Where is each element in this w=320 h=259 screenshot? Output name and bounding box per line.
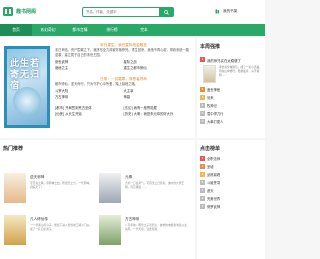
featured-panel: 此生若寄无归宿 末日重生，我在星际抢金融圣 末日来临，丧尸围城之下，我拼尽全力却… [0,38,195,138]
top-pick[interactable]: 1 我的师兄实在太稳健了 李长寿穿越洪荒，成了一名小道童，苟在山中修行，稳健发育… [200,52,262,84]
list-item[interactable]: 3 武炼巅峰 [200,170,262,178]
section-title: 热门推荐 [3,146,24,152]
book-cover[interactable] [4,215,26,245]
book-link[interactable]: 圣墟 [207,164,214,169]
search-input[interactable] [83,8,159,16]
book-link[interactable]: 诡秘之主 [55,65,124,71]
weekly-list: 2 盖世神医 3 剑来 4 牧神记 5 雪中悍刀行 6 大奉打更人 [200,85,262,125]
book-cover[interactable] [203,65,216,83]
book-desc: 掌天毒之珠，承邪神之血，修逆天之力，一代邪神，君临天下！ [30,181,92,189]
list-item[interactable]: 5 遮天 [200,186,262,194]
rank-badge: 6 [200,118,205,124]
nav-item-home[interactable]: 首页 [0,24,32,36]
featured-block1-desc: 末日来临，丧尸围城之下，我拼尽全力却被背叛惨死。重生回来，我绝不再心软，带着系统… [55,48,189,57]
book-desc: 吾有一口玄黄气，可吞天上日月星。彼时的大周王朝，风云骤起…… [125,181,185,189]
book-link[interactable]: 全职法师 [207,156,220,161]
rank-badge: 5 [200,110,205,116]
rank-badge: 3 [200,94,205,100]
rank-badge: 1 [200,155,205,161]
section-title: 本周强推 [200,44,221,50]
nav-item-finished[interactable]: 完本 [128,24,160,36]
top-pick-title[interactable]: 我的师兄实在太稳健了 [207,58,241,63]
book-desc: 一个普通山村小子，偶然下进入到当地江湖小门派，成了一名记名弟子。 [30,223,92,231]
nav-item-urban[interactable]: 都市言情 [64,24,96,36]
main-nav: 首页 玄幻奇幻 都市言情 排行榜 完本 [0,24,265,36]
book-link[interactable]: 牧神记 [207,103,217,108]
book-title[interactable]: 逆天邪神 [30,175,94,180]
book-link[interactable]: 剑来 [207,95,214,100]
book-card[interactable]: 元尊 吾有一口玄黄气，可吞天上日月星。彼时的大周王朝，风云骤起…… [99,173,189,219]
weekly-picks-panel: 本周强推 1 我的师兄实在太稳健了 李长寿穿越洪荒，成了一名小道童，苟在山中修行… [197,38,265,138]
bookshelf-link[interactable]: 我的书架 [215,9,237,14]
book-link[interactable]: 重生之都市修仙 [124,65,193,71]
click-list: 1 全职法师 2 圣墟 3 武炼巅峰 4 斗破苍穹 5 遮天 6 完美世界 7 修罗武神 [200,154,262,210]
nav-item-ranking[interactable]: 排行榜 [96,24,128,36]
featured-block2-desc: 都市修仙，逆天而行，只为守护心中所爱，踏上巅峰之路。 [55,82,138,86]
book-link[interactable]: 万古神帝 [55,94,124,100]
book-title[interactable]: 元尊 [125,175,189,180]
featured-list: 末日重生，我在星际抢金融圣 末日来临，丧尸围城之下，我拼尽全力却被背叛惨死。重生… [55,42,192,117]
list-item[interactable]: 6 大奉打更人 [200,117,262,125]
list-item[interactable]: 1 全职法师 [200,154,262,162]
list-item[interactable]: 4 斗破苍穹 [200,178,262,186]
list-item[interactable]: 6 完美世界 [200,194,262,202]
book-link[interactable]: 大奉打更人 [207,119,223,124]
hot-recommend-panel: 热门推荐 逆天邪神 掌天毒之珠，承邪神之血，修逆天之力，一代邪神，君临天下！ 元… [0,140,195,259]
book-link[interactable]: 武炼巅峰 [207,172,220,177]
section-title: 点击榜单 [200,146,221,152]
book-link[interactable]: 神墓 [124,94,193,100]
book-link[interactable]: 斗破苍穹 [207,180,220,185]
top-pick-desc: 李长寿穿越洪荒，成了一名小道童，苟在山中修行，稳健发育，从不冒险…… [219,65,262,77]
list-item: 万古神帝 神墓 [55,94,192,100]
book-link[interactable]: 完美世界 [207,196,220,201]
book-card[interactable]: 逆天邪神 掌天毒之珠，承邪神之血，修逆天之力，一代邪神，君临天下！ [4,173,94,219]
book-link[interactable]: [仙侠] 从长生开始 [55,111,124,117]
list-item[interactable]: 7 修罗武神 [200,202,262,210]
book-title[interactable]: 万古神帝 [125,217,189,222]
book-title[interactable]: 凡人修仙传 [30,217,94,222]
bookshelf-label: 我的书架 [223,9,238,13]
rank-badge: 1 [200,57,205,62]
book-logo-icon [3,7,13,16]
rank-badge: 5 [200,187,205,193]
book-link[interactable]: 遮天 [207,188,214,193]
rank-badge: 7 [200,203,205,209]
rank-badge: 2 [200,163,205,169]
book-card[interactable]: 万古神帝 八百年前，明帝之子张若尘，被他的未婚妻池瑶公主杀死，一代天骄，就此陨落… [99,215,189,259]
site-logo[interactable]: 趣书网阁 [3,7,36,16]
click-rank-panel: 点击榜单 1 全职法师 2 圣墟 3 武炼巅峰 4 斗破苍穹 5 遮天 6 完美世界 7 修罗… [197,140,265,259]
logo-text: 趣书网阁 [16,9,37,15]
list-item[interactable]: 2 盖世神医 [200,85,262,93]
list-item[interactable]: 3 剑来 [200,93,262,101]
rank-badge: 4 [200,102,205,108]
list-item: 诡秘之主 重生之都市修仙 [55,65,192,71]
featured-book-cover[interactable]: 此生若寄无归宿 [4,46,50,128]
header: 趣书网阁 我的书架 [0,0,265,24]
book-desc: 八百年前，明帝之子张若尘，被他的未婚妻池瑶公主杀死，一代天骄，就此陨落。 [125,223,187,231]
book-card[interactable]: 凡人修仙传 一个普通山村小子，偶然下进入到当地江湖小门派，成了一名记名弟子。 [4,215,94,259]
bookshelf-icon [215,9,219,14]
rank-badge: 2 [200,86,205,92]
book-cover[interactable] [4,173,26,203]
list-item[interactable]: 5 雪中悍刀行 [200,109,262,117]
list-item[interactable]: 2 圣墟 [200,162,262,170]
book-cover[interactable] [99,215,121,245]
book-cover[interactable] [99,173,121,203]
rank-badge: 6 [200,195,205,201]
book-link[interactable]: 修罗武神 [207,204,220,209]
search-button[interactable] [159,8,173,16]
search-icon [163,9,169,15]
book-link[interactable]: 雪中悍刀行 [207,111,223,116]
rank-badge: 4 [200,179,205,185]
search-box [82,7,174,17]
nav-item-fantasy[interactable]: 玄幻奇幻 [32,24,64,36]
featured-cover-title: 此生若寄无归宿 [10,59,41,91]
list-item: [仙侠] 从长生开始 [历史] 大明：我是朱元璋的好大孙 [55,111,192,117]
rank-badge: 3 [200,171,205,177]
book-link[interactable]: [历史] 大明：我是朱元璋的好大孙 [124,111,193,117]
book-link[interactable]: 盖世神医 [207,87,220,92]
list-item[interactable]: 4 牧神记 [200,101,262,109]
